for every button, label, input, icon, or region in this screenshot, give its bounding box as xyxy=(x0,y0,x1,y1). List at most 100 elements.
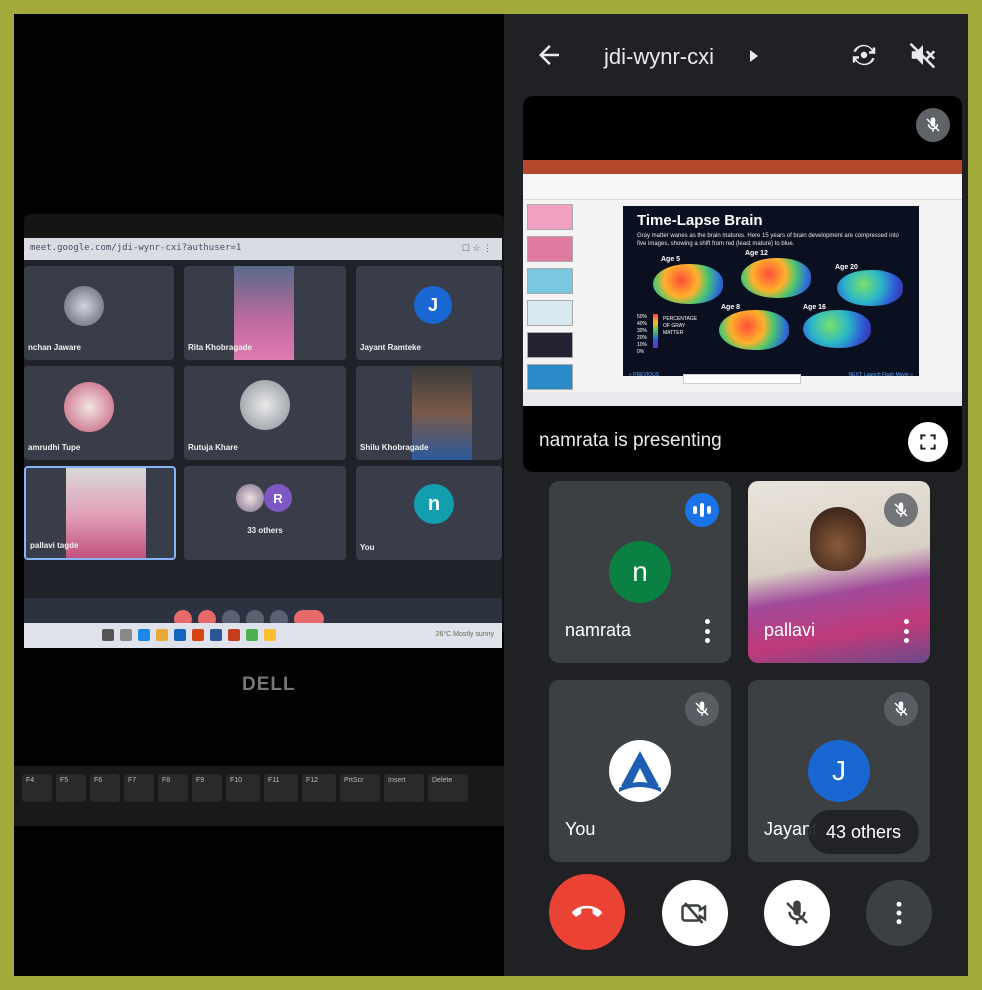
top-bar: jdi-wynr-cxi xyxy=(504,14,968,94)
keyboard-key: F11 xyxy=(264,774,298,802)
laptop-screen: meet.google.com/jdi-wynr-cxi?authuser=1 … xyxy=(24,238,502,648)
laptop-tile-name: You xyxy=(360,543,375,552)
mic-off-icon xyxy=(894,701,908,716)
age-label: Age 20 xyxy=(835,264,858,271)
laptop-meet-grid: nchan Jaware Rita Khobragade J Jayant Ra… xyxy=(24,260,502,628)
keyboard-key: F10 xyxy=(226,774,260,802)
slide-subtitle: Gray matter wanes as the brain matures. … xyxy=(637,233,899,247)
fullscreen-button[interactable] xyxy=(908,422,948,462)
others-count-pill[interactable]: 43 others xyxy=(808,810,920,854)
keyboard-key: F8 xyxy=(158,774,188,802)
age-label: Age 16 xyxy=(803,304,826,311)
browser-url: meet.google.com/jdi-wynr-cxi?authuser=1 xyxy=(30,243,242,253)
switch-camera-icon[interactable] xyxy=(849,40,879,70)
avatar: J xyxy=(808,740,870,802)
mic-off-badge xyxy=(685,692,719,726)
slide-thumbnail xyxy=(527,364,573,390)
mic-off-badge xyxy=(884,692,918,726)
gray-matter-legend: 50% 40% 30% 20% 10% 0% xyxy=(637,314,648,355)
photo-frame: meet.google.com/jdi-wynr-cxi?authuser=1 … xyxy=(14,14,968,976)
laptop-tile-name: pallavi tagde xyxy=(30,541,79,550)
avatar xyxy=(64,382,114,432)
more-options-button[interactable] xyxy=(866,880,932,946)
slide-thumbnail xyxy=(527,300,573,326)
fullscreen-icon xyxy=(920,434,936,450)
laptop-tile-name: Jayant Ramteke xyxy=(360,343,421,352)
age-label: Age 5 xyxy=(661,256,681,263)
participant-tile-pallavi[interactable]: pallavi xyxy=(748,481,930,663)
keyboard-key: F12 xyxy=(302,774,336,802)
legend-label: PERCENTAGE OF GRAY MATTER xyxy=(663,316,698,336)
ppt-title-bar xyxy=(523,160,962,174)
mic-toggle-button[interactable] xyxy=(764,880,830,946)
participant-tile-you[interactable]: You xyxy=(549,680,731,862)
brain-image xyxy=(803,310,871,348)
school-logo-avatar xyxy=(609,740,671,802)
slide-thumbnail xyxy=(527,236,573,262)
avatar: R xyxy=(264,484,292,512)
laptop-tile-name: Rutuja Khare xyxy=(188,443,238,452)
laptop-tile-name: Shilu Khobragade xyxy=(360,443,429,452)
keyboard-key: F5 xyxy=(56,774,86,802)
age-label: Age 8 xyxy=(721,304,741,311)
screen-share-banner xyxy=(683,374,801,384)
mic-off-icon xyxy=(786,900,808,925)
browser-address-bar: meet.google.com/jdi-wynr-cxi?authuser=1 … xyxy=(24,238,502,260)
call-controls xyxy=(504,874,968,954)
current-slide: Time-Lapse Brain Gray matter wanes as th… xyxy=(623,206,919,378)
mic-off-icon xyxy=(695,701,709,716)
more-options-icon[interactable] xyxy=(904,619,910,643)
participant-name: pallavi xyxy=(764,620,816,640)
brain-image xyxy=(837,270,903,306)
camera-toggle-button[interactable] xyxy=(662,880,728,946)
mic-off-badge xyxy=(884,493,918,527)
brain-image xyxy=(741,258,811,298)
more-options-icon[interactable] xyxy=(705,619,711,643)
presentation-tile[interactable]: Time-Lapse Brain Gray matter wanes as th… xyxy=(523,96,962,472)
speaker-off-icon[interactable] xyxy=(908,40,938,70)
avatar xyxy=(236,484,264,512)
brain-image xyxy=(653,264,723,304)
brain-image xyxy=(719,310,789,350)
laptop-tile-name: amrudhi Tupe xyxy=(28,443,81,452)
function-key-row: F4 F5 F6 F7 F8 F9 F10 F11 F12 PrtScr Ins… xyxy=(22,774,468,802)
logo-a-icon xyxy=(619,751,661,792)
taskbar-weather: 26°C Mostly sunny xyxy=(435,631,494,638)
mic-off-icon xyxy=(894,502,908,517)
video-off-icon xyxy=(681,902,707,924)
phone-meet-screen: jdi-wynr-cxi Time-Lapse Brain Gray matte… xyxy=(504,14,968,976)
keyboard-key: Delete xyxy=(428,774,468,802)
browser-icons: ☐ ☆ ⋮ xyxy=(461,243,492,253)
end-call-button[interactable] xyxy=(549,874,625,950)
slide-thumbnail xyxy=(527,332,573,358)
laptop-tile: Rita Khobragade xyxy=(184,266,346,360)
laptop-tile: n You xyxy=(356,466,502,560)
slide-thumbnail xyxy=(527,268,573,294)
laptop-tile: J Jayant Ramteke xyxy=(356,266,502,360)
slide-thumbnails xyxy=(527,204,579,390)
presenting-label: namrata is presenting xyxy=(539,430,722,451)
keyboard-key: F9 xyxy=(192,774,222,802)
back-arrow-icon[interactable] xyxy=(534,40,564,70)
keyboard-key: F4 xyxy=(22,774,52,802)
mic-off-icon xyxy=(926,117,940,132)
meeting-code[interactable]: jdi-wynr-cxi xyxy=(604,44,714,70)
laptop-tile: Rutuja Khare xyxy=(184,366,346,460)
participant-video xyxy=(810,507,866,571)
hang-up-icon xyxy=(572,905,602,917)
dell-logo: DELL xyxy=(242,674,296,695)
age-label: Age 12 xyxy=(745,250,768,257)
meeting-details-caret-icon[interactable] xyxy=(750,50,758,62)
keyboard-key: Insert xyxy=(384,774,424,802)
laptop-tile: Shilu Khobragade xyxy=(356,366,502,460)
slide-thumbnail xyxy=(527,204,573,230)
participant-tile-others[interactable]: J Jayant 43 others xyxy=(748,680,930,862)
laptop-tile: pallavi tagde xyxy=(24,466,176,560)
avatar: n xyxy=(609,541,671,603)
ppt-ribbon xyxy=(523,174,962,200)
participant-tile-namrata[interactable]: n namrata xyxy=(549,481,731,663)
next-link: NEXT: Launch Flash Movie » xyxy=(848,372,913,378)
laptop-keyboard: F4 F5 F6 F7 F8 F9 F10 F11 F12 PrtScr Ins… xyxy=(14,766,504,826)
prev-link: « PREVIOUS xyxy=(629,372,660,378)
taskbar-icons xyxy=(102,629,276,641)
